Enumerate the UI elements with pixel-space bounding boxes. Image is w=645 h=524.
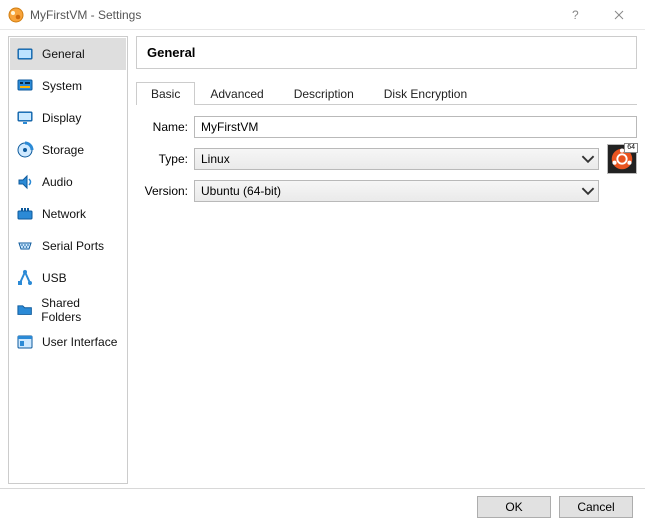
- sidebar-item-serial-ports[interactable]: Serial Ports: [10, 230, 126, 262]
- titlebar: MyFirstVM - Settings ?: [0, 0, 645, 30]
- storage-icon: [16, 141, 34, 159]
- sidebar-item-label: Network: [42, 207, 86, 221]
- sidebar-item-label: USB: [42, 271, 67, 285]
- help-button[interactable]: ?: [553, 0, 597, 30]
- type-select[interactable]: Linux: [194, 148, 599, 170]
- sidebar-item-general[interactable]: General: [10, 38, 126, 70]
- tab-description[interactable]: Description: [279, 82, 369, 105]
- network-icon: [16, 205, 34, 223]
- tab-advanced[interactable]: Advanced: [195, 82, 278, 105]
- os-thumbnail: 64: [607, 144, 637, 174]
- svg-text:?: ?: [572, 10, 579, 20]
- button-label: Cancel: [577, 500, 614, 514]
- sidebar-item-user-interface[interactable]: User Interface: [10, 326, 126, 358]
- button-label: OK: [505, 500, 522, 514]
- usb-icon: [16, 269, 34, 287]
- sidebar-item-label: User Interface: [42, 335, 117, 349]
- tabs-row: Basic Advanced Description Disk Encrypti…: [136, 81, 637, 105]
- tab-label: Basic: [151, 87, 180, 101]
- general-icon: [16, 45, 34, 63]
- user-interface-icon: [16, 333, 34, 351]
- sidebar-item-audio[interactable]: Audio: [10, 166, 126, 198]
- tab-disk-encryption[interactable]: Disk Encryption: [369, 82, 482, 105]
- ok-button[interactable]: OK: [477, 496, 551, 518]
- basic-form: Name: Type: Linux 64 Version: Ubuntu (64…: [136, 105, 637, 209]
- sidebar-item-label: General: [42, 47, 85, 61]
- version-label: Version:: [136, 184, 188, 198]
- sidebar-item-label: Serial Ports: [42, 239, 104, 253]
- sidebar-item-label: Shared Folders: [41, 296, 120, 324]
- close-button[interactable]: [597, 0, 641, 30]
- sidebar-item-label: System: [42, 79, 82, 93]
- dialog-footer: OK Cancel: [0, 488, 645, 524]
- serial-ports-icon: [16, 237, 34, 255]
- sidebar-item-label: Storage: [42, 143, 84, 157]
- sidebar-item-label: Display: [42, 111, 81, 125]
- chevron-down-icon: [581, 184, 595, 198]
- shared-folders-icon: [16, 301, 33, 319]
- sidebar-item-system[interactable]: System: [10, 70, 126, 102]
- name-label: Name:: [136, 120, 188, 134]
- display-icon: [16, 109, 34, 127]
- os-arch-badge: 64: [624, 143, 638, 153]
- tab-label: Advanced: [210, 87, 263, 101]
- tab-basic[interactable]: Basic: [136, 82, 195, 105]
- sidebar-item-network[interactable]: Network: [10, 198, 126, 230]
- main-panel: General Basic Advanced Description Disk …: [136, 36, 637, 484]
- type-value: Linux: [201, 152, 230, 166]
- sidebar-item-shared-folders[interactable]: Shared Folders: [10, 294, 126, 326]
- tab-label: Description: [294, 87, 354, 101]
- audio-icon: [16, 173, 34, 191]
- tab-label: Disk Encryption: [384, 87, 467, 101]
- sidebar-item-label: Audio: [42, 175, 73, 189]
- sidebar-item-storage[interactable]: Storage: [10, 134, 126, 166]
- version-value: Ubuntu (64-bit): [201, 184, 281, 198]
- category-sidebar: General System Display Storage Audio Net…: [8, 36, 128, 484]
- page-title: General: [136, 36, 637, 69]
- sidebar-item-display[interactable]: Display: [10, 102, 126, 134]
- system-icon: [16, 77, 34, 95]
- cancel-button[interactable]: Cancel: [559, 496, 633, 518]
- name-input[interactable]: [194, 116, 637, 138]
- app-icon: [8, 7, 24, 23]
- version-select[interactable]: Ubuntu (64-bit): [194, 180, 599, 202]
- chevron-down-icon: [581, 152, 595, 166]
- sidebar-item-usb[interactable]: USB: [10, 262, 126, 294]
- window-title: MyFirstVM - Settings: [30, 8, 141, 22]
- type-label: Type:: [136, 152, 188, 166]
